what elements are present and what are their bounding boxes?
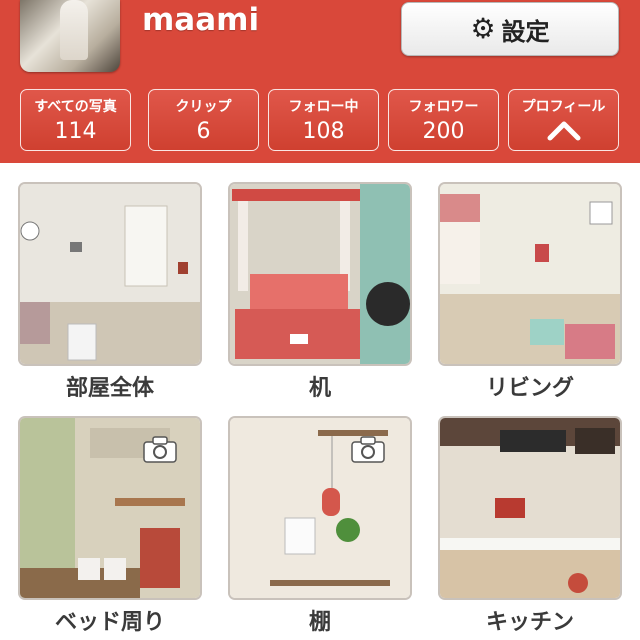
stat-label: クリップ bbox=[175, 99, 232, 115]
stat-all-photos[interactable]: すべての写真 114 bbox=[20, 89, 131, 151]
room-photo bbox=[20, 184, 200, 364]
chevron-up-icon bbox=[547, 121, 580, 141]
stat-value: 108 bbox=[302, 119, 345, 144]
album-thumb-bedside[interactable] bbox=[20, 418, 200, 598]
album-caption: 机 bbox=[308, 376, 331, 401]
living-photo bbox=[440, 184, 620, 364]
stat-label: すべての写真 bbox=[34, 99, 117, 115]
camera-icon bbox=[351, 436, 385, 463]
album-caption: キッチン bbox=[485, 610, 574, 635]
stat-profile[interactable]: プロフィール bbox=[508, 89, 619, 151]
album-thumb-room[interactable] bbox=[20, 184, 200, 364]
stat-value: 114 bbox=[54, 119, 97, 144]
album-caption: ベッド周り bbox=[54, 610, 165, 635]
album-caption: 部屋全体 bbox=[65, 376, 154, 401]
username: maami bbox=[142, 2, 260, 38]
album-caption: 棚 bbox=[308, 610, 331, 635]
album-caption: リビング bbox=[485, 376, 574, 401]
stat-value: 200 bbox=[422, 119, 465, 144]
gear-icon: ⚙ bbox=[470, 12, 496, 45]
settings-button[interactable]: ⚙ 設定 bbox=[401, 2, 619, 56]
album-thumb-kitchen[interactable] bbox=[440, 418, 620, 598]
album-thumb-shelf[interactable] bbox=[230, 418, 410, 598]
profile-header: maami ⚙ 設定 すべての写真 114 クリップ 6 フォロー中 108 フ… bbox=[0, 0, 640, 163]
stat-label: プロフィール bbox=[521, 99, 606, 115]
settings-label: 設定 bbox=[501, 17, 550, 46]
stat-following[interactable]: フォロー中 108 bbox=[268, 89, 379, 151]
camera-icon bbox=[143, 436, 177, 463]
album-thumb-desk[interactable] bbox=[230, 184, 410, 364]
stat-label: フォロー中 bbox=[288, 99, 359, 115]
avatar[interactable] bbox=[20, 0, 120, 72]
kitchen-photo bbox=[440, 418, 620, 598]
stat-value: 6 bbox=[196, 119, 211, 144]
desk-photo bbox=[230, 184, 410, 364]
stat-clips[interactable]: クリップ 6 bbox=[148, 89, 259, 151]
album-thumb-living[interactable] bbox=[440, 184, 620, 364]
stat-followers[interactable]: フォロワー 200 bbox=[388, 89, 499, 151]
stat-label: フォロワー bbox=[408, 99, 479, 115]
